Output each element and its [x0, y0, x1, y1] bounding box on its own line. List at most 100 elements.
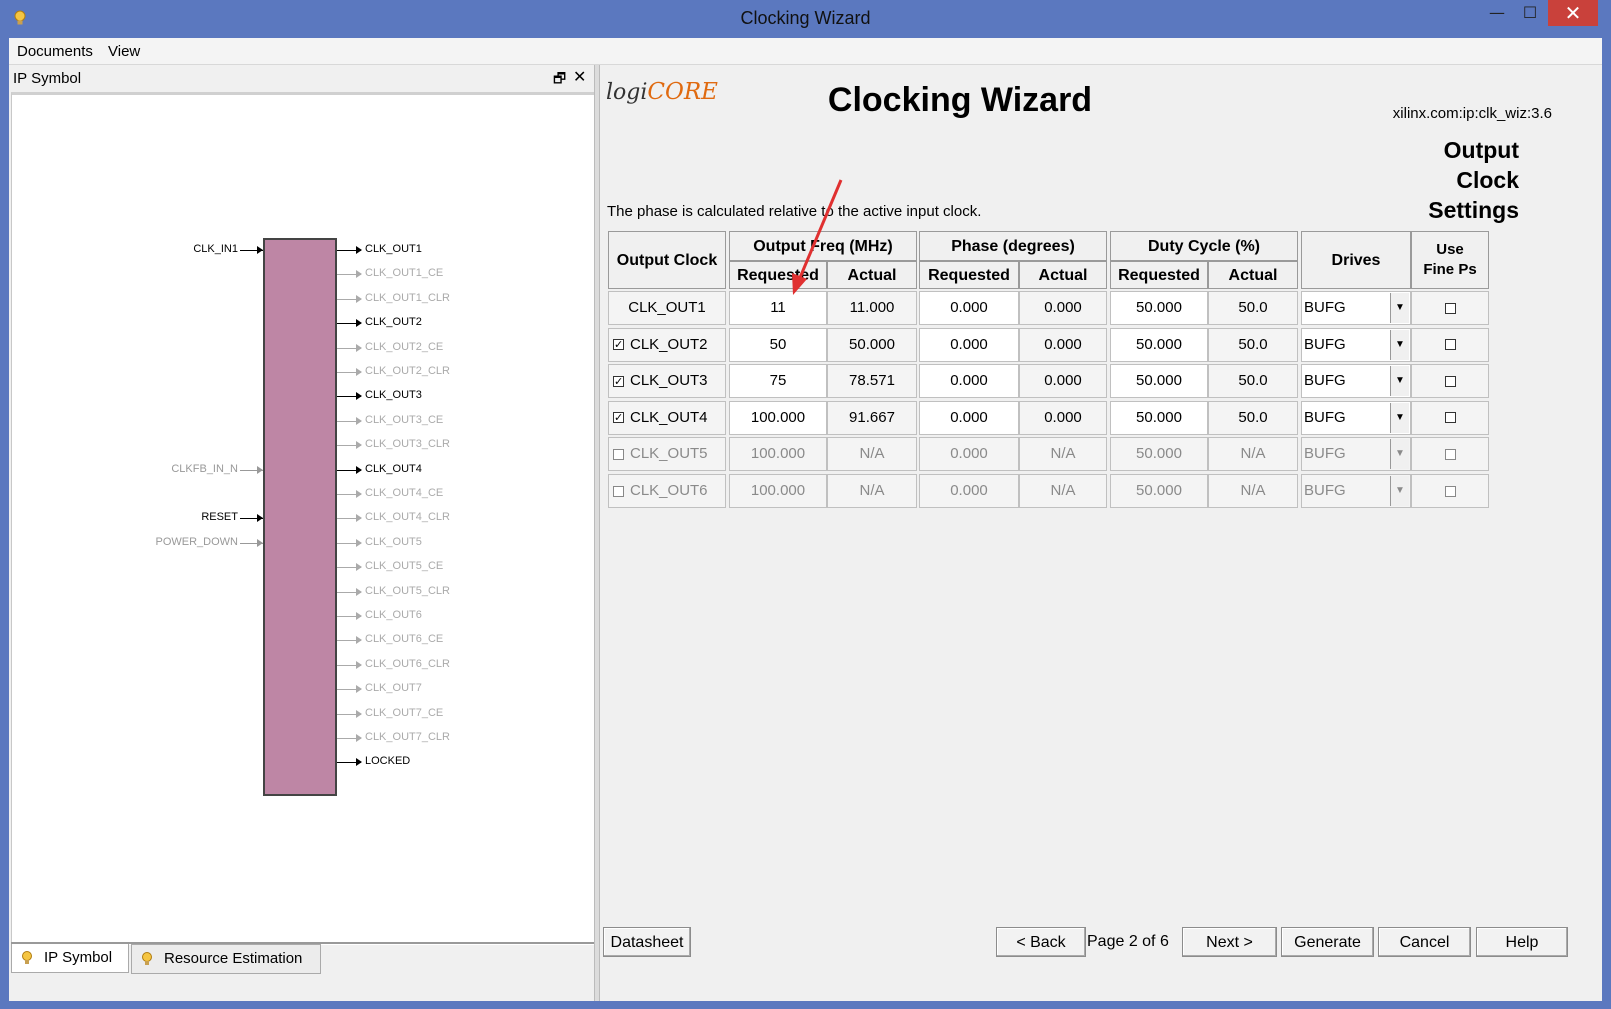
- drives-select[interactable]: BUFG ▼: [1301, 400, 1411, 435]
- drives-value: BUFG: [1304, 408, 1346, 426]
- tab-ip-symbol[interactable]: IP Symbol: [11, 944, 129, 973]
- pin-arrowhead: [356, 416, 362, 425]
- dropdown-arrow-icon[interactable]: ▼: [1390, 293, 1409, 323]
- header-phase-requested: Requested: [919, 261, 1019, 289]
- output-pin-label: CLK_OUT1_CE: [365, 267, 444, 280]
- pin-arrowhead: [356, 294, 362, 303]
- enable-checkbox[interactable]: [613, 485, 624, 497]
- panel-header: IP Symbol 🗗 ✕: [11, 67, 591, 89]
- fine-ps-checkbox[interactable]: [1444, 339, 1456, 351]
- fine-ps-checkbox[interactable]: [1444, 302, 1456, 314]
- header-fine-ps: Fine Ps: [1423, 261, 1477, 278]
- fine-ps-cell: [1411, 437, 1489, 472]
- drives-select[interactable]: BUFG ▼: [1301, 364, 1411, 399]
- output-clock-name[interactable]: ✓ CLK_OUT3: [608, 364, 726, 399]
- dropdown-arrow-icon[interactable]: ▼: [1390, 402, 1409, 433]
- header-drives: Drives: [1301, 231, 1411, 289]
- help-button[interactable]: Help: [1476, 927, 1568, 957]
- ip-block-symbol: [263, 238, 337, 796]
- header-freq-actual: Actual: [827, 261, 917, 289]
- phase-req-cell[interactable]: 0.000: [919, 327, 1019, 362]
- duty-req-cell: 50.000: [1110, 437, 1208, 472]
- restore-panel-icon[interactable]: 🗗: [553, 68, 566, 92]
- phase-note: The phase is calculated relative to the …: [607, 203, 982, 220]
- pin-arrowhead: [356, 612, 362, 620]
- output-pin-label: CLK_OUT3_CLR: [365, 438, 450, 451]
- output-pin-label: CLK_OUT2_CE: [365, 340, 444, 353]
- pin-arrowhead: [356, 270, 362, 279]
- pin-arrowhead: [356, 246, 362, 254]
- pin-arrowhead: [257, 538, 263, 547]
- phase-req-cell[interactable]: 0.000: [919, 364, 1019, 399]
- next-button[interactable]: Next >: [1182, 927, 1277, 957]
- duty-req-cell[interactable]: 50.000: [1110, 291, 1208, 325]
- output-pin-label: CLK_OUT7_CE: [365, 706, 444, 719]
- close-button[interactable]: ✕: [1548, 0, 1598, 26]
- fine-ps-checkbox[interactable]: [1444, 375, 1456, 387]
- tab-resource-estimation[interactable]: Resource Estimation: [131, 944, 321, 974]
- enable-checkbox[interactable]: [613, 448, 624, 460]
- freq-act-cell: 91.667: [827, 400, 917, 435]
- wizard-title: Clocking Wizard: [827, 81, 1093, 119]
- output-pin-label: CLK_OUT2_CLR: [365, 365, 450, 377]
- header-phase-actual: Actual: [1019, 261, 1107, 289]
- header-use: Use: [1436, 241, 1464, 258]
- pin-arrowhead: [356, 734, 362, 742]
- datasheet-button[interactable]: Datasheet: [603, 927, 691, 957]
- ip-identifier: xilinx.com:ip:clk_wiz:3.6: [1392, 105, 1552, 122]
- pin-arrowhead: [356, 587, 362, 596]
- enable-checkbox[interactable]: ✓: [613, 375, 624, 387]
- duty-req-cell[interactable]: 50.000: [1110, 400, 1208, 435]
- ip-symbol-canvas: CLK_IN1 CLKFB_IN_N RESET POWER_DOWN CLK_OUT1…: [11, 92, 595, 945]
- output-pin-label: CLK_OUT5: [365, 535, 422, 548]
- output-clock-name[interactable]: CLK_OUT5: [608, 437, 726, 472]
- enable-checkbox[interactable]: ✓: [613, 339, 624, 351]
- left-panel-tabs: IP Symbol Resource Estimation: [11, 942, 594, 974]
- close-panel-icon[interactable]: ✕: [573, 67, 586, 87]
- duty-act-cell: 50.0: [1208, 327, 1298, 362]
- phase-act-cell: N/A: [1019, 474, 1107, 508]
- minimize-button[interactable]: —: [1482, 0, 1512, 26]
- output-clock-name[interactable]: ✓ CLK_OUT2: [608, 327, 726, 362]
- duty-req-cell[interactable]: 50.000: [1110, 364, 1208, 399]
- freq-req-cell[interactable]: 100.000: [729, 400, 827, 435]
- drives-select[interactable]: BUFG ▼: [1301, 327, 1411, 362]
- input-pin-label: POWER_DOWN: [155, 535, 239, 548]
- freq-req-cell[interactable]: 75: [729, 364, 827, 399]
- phase-req-cell[interactable]: 0.000: [919, 291, 1019, 325]
- output-pin-label: CLK_OUT4: [365, 462, 422, 475]
- freq-req-cell[interactable]: 50: [729, 327, 827, 362]
- dropdown-arrow-icon[interactable]: ▼: [1390, 366, 1409, 397]
- duty-act-cell: N/A: [1208, 437, 1298, 472]
- freq-req-cell: 100.000: [729, 437, 827, 472]
- output-pin-label: CLK_OUT3: [365, 389, 422, 402]
- pin-arrowhead: [356, 392, 362, 401]
- output-pin-label: CLK_OUT1_CLR: [365, 291, 450, 304]
- phase-req-cell[interactable]: 0.000: [919, 400, 1019, 435]
- duty-req-cell[interactable]: 50.000: [1110, 327, 1208, 362]
- maximize-button[interactable]: ☐: [1512, 0, 1548, 26]
- dropdown-arrow-icon[interactable]: ▼: [1390, 329, 1409, 360]
- cancel-button[interactable]: Cancel: [1378, 927, 1471, 957]
- freq-act-cell: 50.000: [827, 327, 917, 362]
- phase-act-cell: 0.000: [1019, 364, 1107, 399]
- fine-ps-checkbox[interactable]: [1444, 412, 1456, 424]
- generate-button[interactable]: Generate: [1281, 927, 1374, 957]
- output-clock-label: CLK_OUT2: [630, 335, 708, 353]
- drives-select[interactable]: BUFG ▼: [1301, 291, 1411, 325]
- drives-select: BUFG ▼: [1301, 437, 1411, 472]
- menu-documents[interactable]: Documents: [17, 43, 93, 60]
- enable-checkbox[interactable]: ✓: [613, 412, 624, 424]
- menu-view[interactable]: View: [108, 43, 140, 60]
- freq-req-cell[interactable]: 11: [729, 291, 827, 325]
- pin-arrowhead: [356, 319, 362, 328]
- output-clock-name[interactable]: ✓ CLK_OUT4: [608, 400, 726, 435]
- header-freq-requested: Requested: [729, 261, 827, 289]
- phase-act-cell: N/A: [1019, 437, 1107, 472]
- window-client: Documents View IP Symbol 🗗 ✕ CLK_IN1 CLKF…: [9, 38, 1602, 1001]
- back-button[interactable]: < Back: [996, 927, 1086, 957]
- duty-act-cell: 50.0: [1208, 364, 1298, 399]
- output-pin-label: CLK_OUT2: [365, 316, 422, 329]
- output-clock-name[interactable]: CLK_OUT6: [608, 474, 726, 508]
- duty-act-cell: 50.0: [1208, 400, 1298, 435]
